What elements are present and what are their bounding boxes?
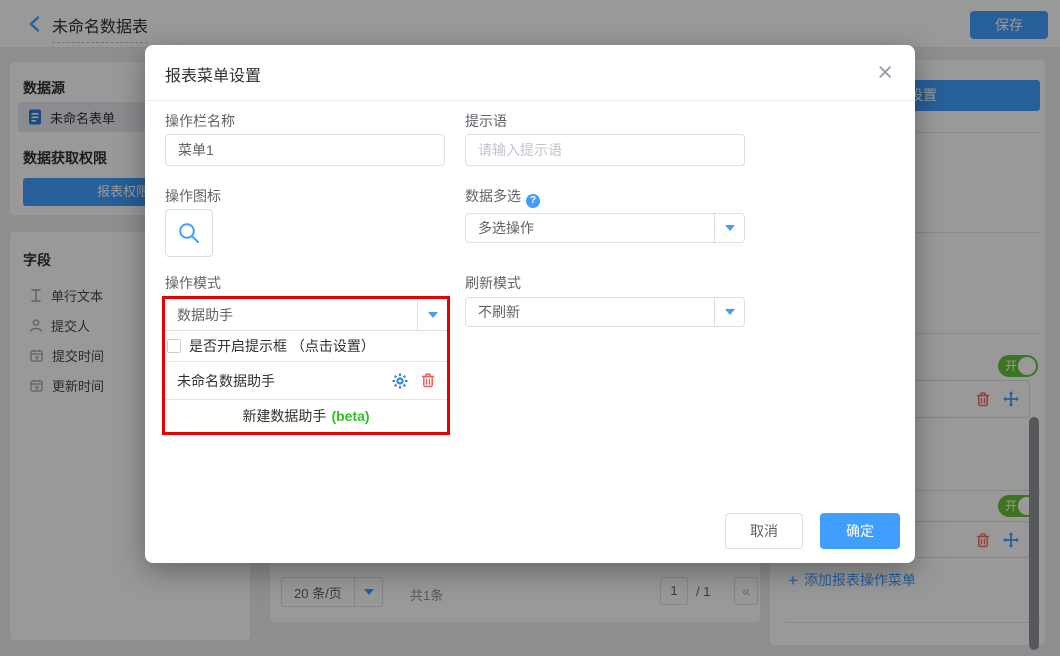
- gear-icon[interactable]: [392, 373, 408, 389]
- dialog-title: 报表菜单设置: [165, 68, 262, 85]
- report-menu-settings-dialog: 报表菜单设置 × 操作栏名称 提示语 操作图标 数据多选? 多选操作 操作模式 …: [145, 45, 915, 563]
- help-icon[interactable]: ?: [526, 194, 540, 208]
- new-data-assistant-button[interactable]: 新建数据助手 (beta): [165, 400, 447, 432]
- chevron-down-icon: [714, 214, 744, 242]
- enable-tip-label[interactable]: 是否开启提示框 （点击设置）: [189, 336, 375, 356]
- action-mode-dropdown[interactable]: 数据助手: [165, 299, 447, 331]
- multi-select-dropdown[interactable]: 多选操作: [465, 213, 745, 243]
- refresh-mode-dropdown[interactable]: 不刷新: [465, 297, 745, 327]
- action-bar-name-label: 操作栏名称: [165, 113, 235, 129]
- data-assistant-row: 未命名数据助手: [165, 362, 447, 400]
- confirm-button[interactable]: 确定: [820, 513, 900, 549]
- tip-label: 提示语: [465, 113, 507, 129]
- refresh-mode-label: 刷新模式: [465, 275, 521, 291]
- chevron-down-icon: [714, 298, 744, 326]
- chevron-down-icon: [417, 299, 447, 330]
- action-icon-picker[interactable]: [165, 209, 213, 257]
- tip-input[interactable]: [465, 134, 745, 166]
- trash-icon[interactable]: [421, 373, 435, 388]
- cancel-button[interactable]: 取消: [725, 513, 803, 549]
- multi-select-label: 数据多选?: [465, 186, 540, 208]
- divider: [145, 100, 915, 101]
- annotation-highlight-box: 数据助手 是否开启提示框 （点击设置） 未命名数据助手 新建数据助手 (beta…: [162, 296, 450, 435]
- search-icon: [179, 223, 199, 243]
- close-icon[interactable]: ×: [877, 55, 893, 89]
- action-icon-label: 操作图标: [165, 188, 221, 204]
- enable-tip-row: 是否开启提示框 （点击设置）: [165, 331, 447, 362]
- data-assistant-name: 未命名数据助手: [177, 372, 275, 389]
- action-mode-label: 操作模式: [165, 275, 221, 291]
- action-bar-name-input[interactable]: [165, 134, 445, 166]
- beta-badge: (beta): [331, 408, 370, 424]
- enable-tip-checkbox[interactable]: [167, 339, 181, 353]
